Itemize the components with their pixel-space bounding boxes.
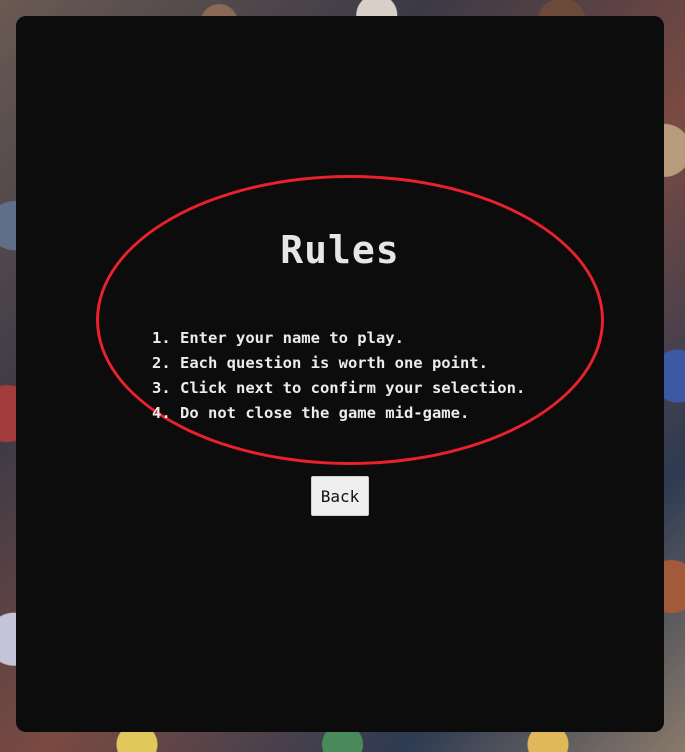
back-button[interactable]: Back [311,476,369,516]
rules-list: 1. Enter your name to play. 2. Each ques… [152,326,525,426]
rule-item: 4. Do not close the game mid-game. [152,404,470,422]
rule-item: 2. Each question is worth one point. [152,354,488,372]
rule-item: 1. Enter your name to play. [152,329,404,347]
rules-title: Rules [280,228,400,272]
rules-panel: Rules 1. Enter your name to play. 2. Eac… [16,16,664,732]
rule-item: 3. Click next to confirm your selection. [152,379,526,397]
